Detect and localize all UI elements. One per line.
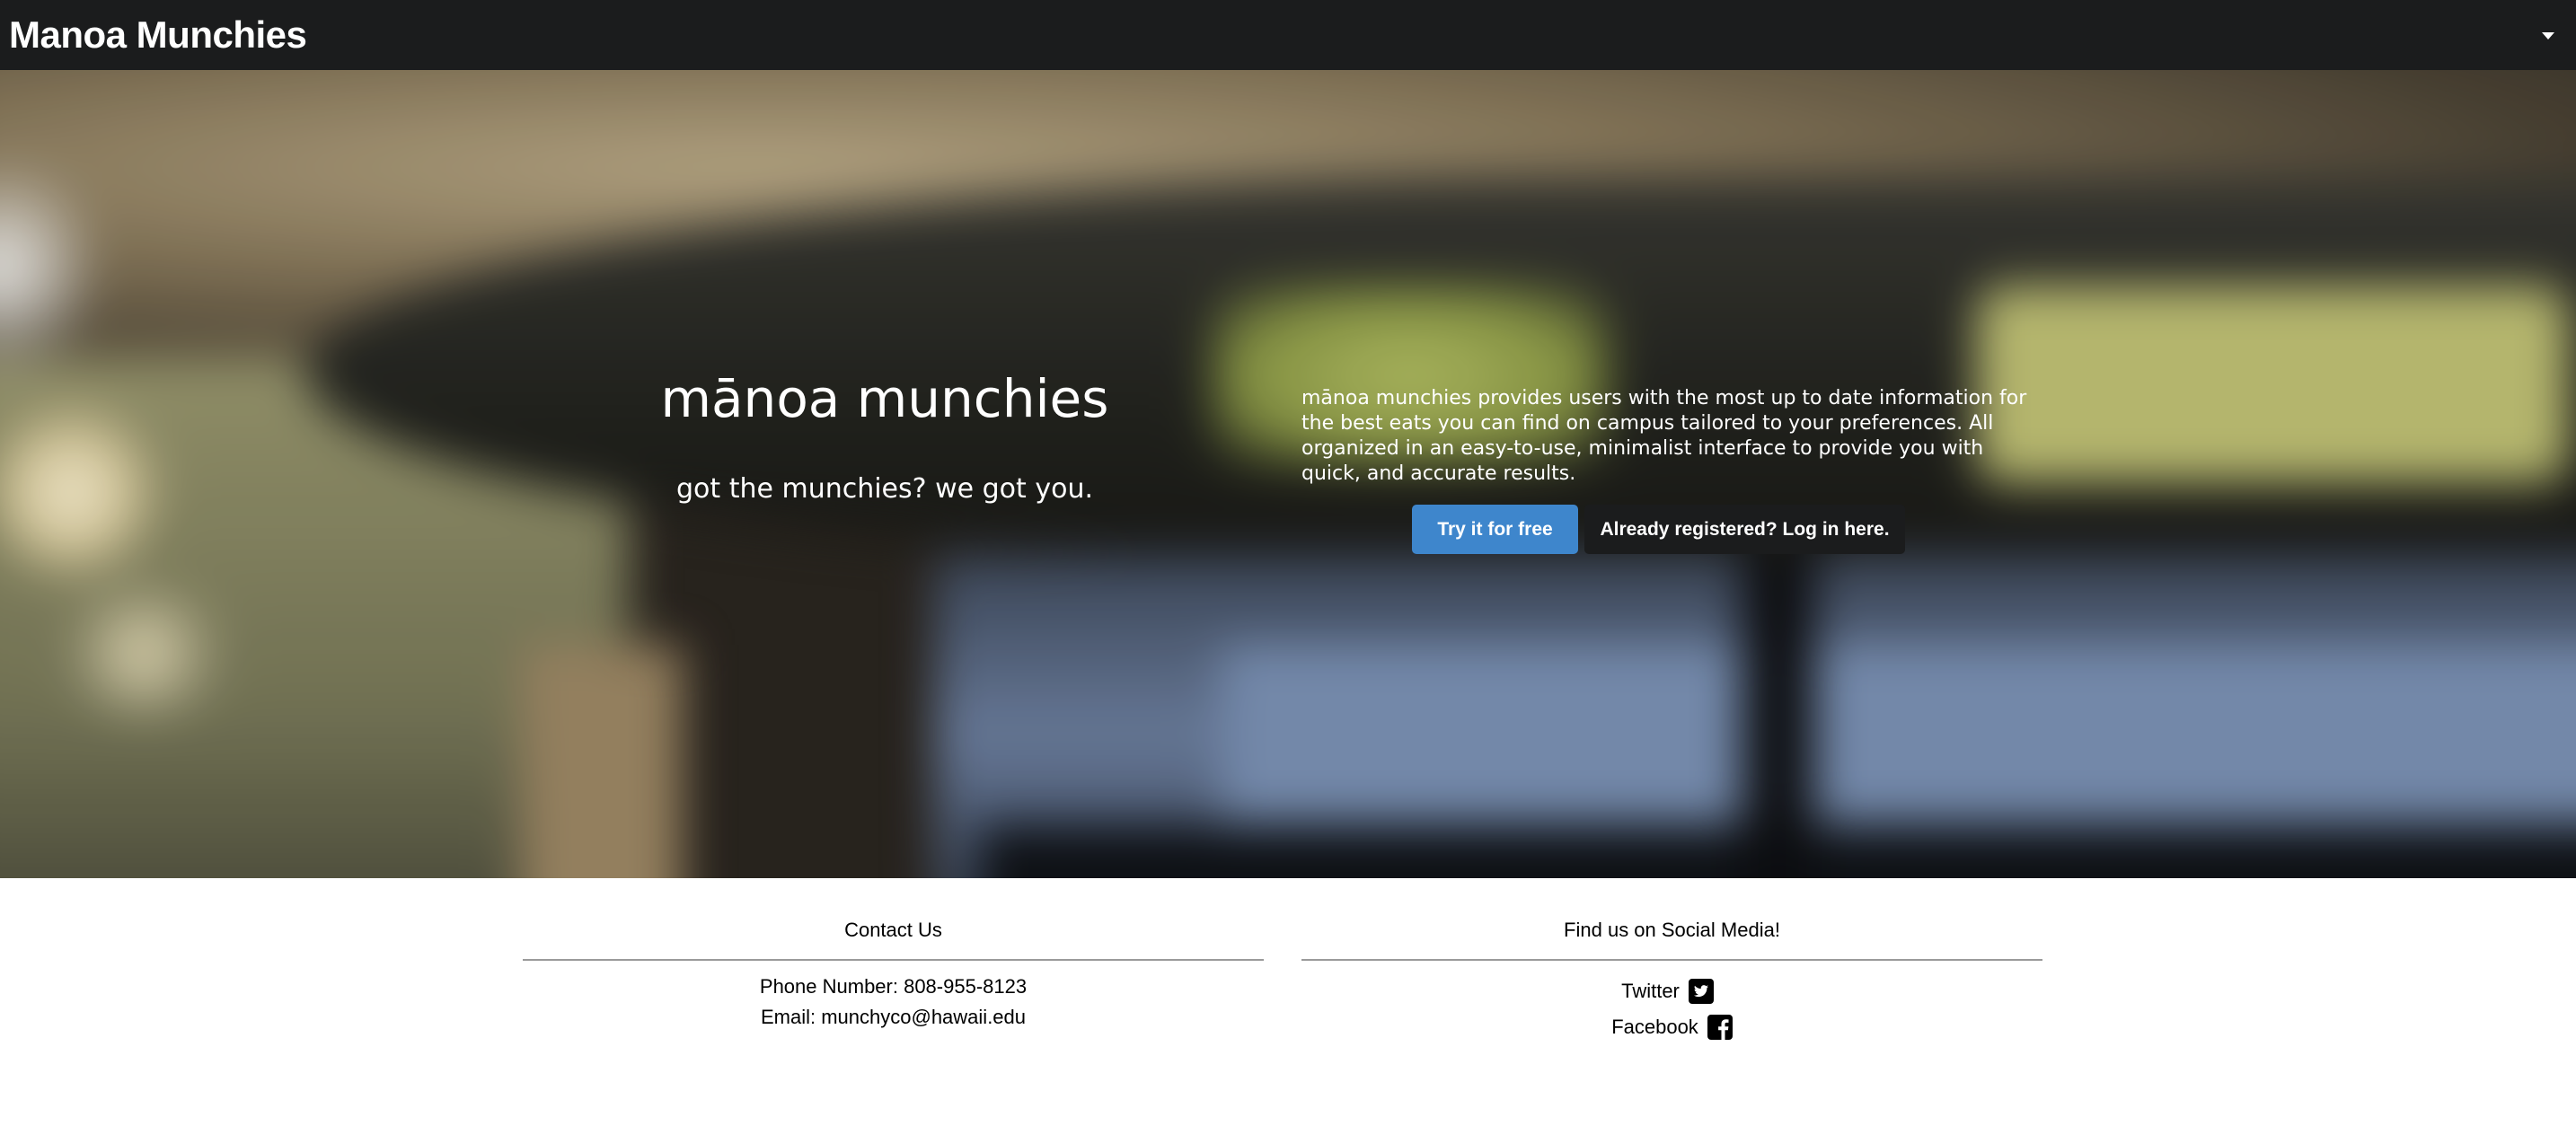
twitter-label[interactable]: Twitter xyxy=(1621,980,1680,1003)
contact-phone: Phone Number: 808-955-8123 xyxy=(759,975,1028,998)
facebook-link[interactable]: Facebook xyxy=(1301,1009,2042,1045)
contact-email: Email: munchyco@hawaii.edu xyxy=(760,1006,1027,1028)
hero-description: mānoa munchies provides users with the m… xyxy=(1301,387,2027,485)
login-button[interactable]: Already registered? Log in here. xyxy=(1584,505,1905,554)
brand-logo-text[interactable]: Manoa Munchies xyxy=(9,10,307,60)
contact-heading: Contact Us xyxy=(523,907,1264,961)
social-heading: Find us on Social Media! xyxy=(1301,907,2042,961)
facebook-label[interactable]: Facebook xyxy=(1611,1016,1698,1039)
hero-subtitle: got the munchies? we got you. xyxy=(676,473,1093,505)
try-free-button[interactable]: Try it for free xyxy=(1412,505,1578,554)
top-navbar: Manoa Munchies xyxy=(0,0,2576,70)
twitter-link[interactable]: Twitter xyxy=(1292,973,2042,1009)
hero-title: mānoa munchies xyxy=(660,368,1109,429)
caret-down-icon[interactable] xyxy=(2542,32,2554,40)
contact-section: Contact Us Phone Number: 808-955-8123 Em… xyxy=(523,907,1264,1033)
twitter-square-icon[interactable] xyxy=(1688,979,1714,1004)
social-section: Find us on Social Media! Twitter Faceboo… xyxy=(1301,907,2042,1045)
hero-section: mānoa munchies got the munchies? we got … xyxy=(0,70,2576,878)
facebook-square-icon[interactable] xyxy=(1707,1015,1733,1040)
